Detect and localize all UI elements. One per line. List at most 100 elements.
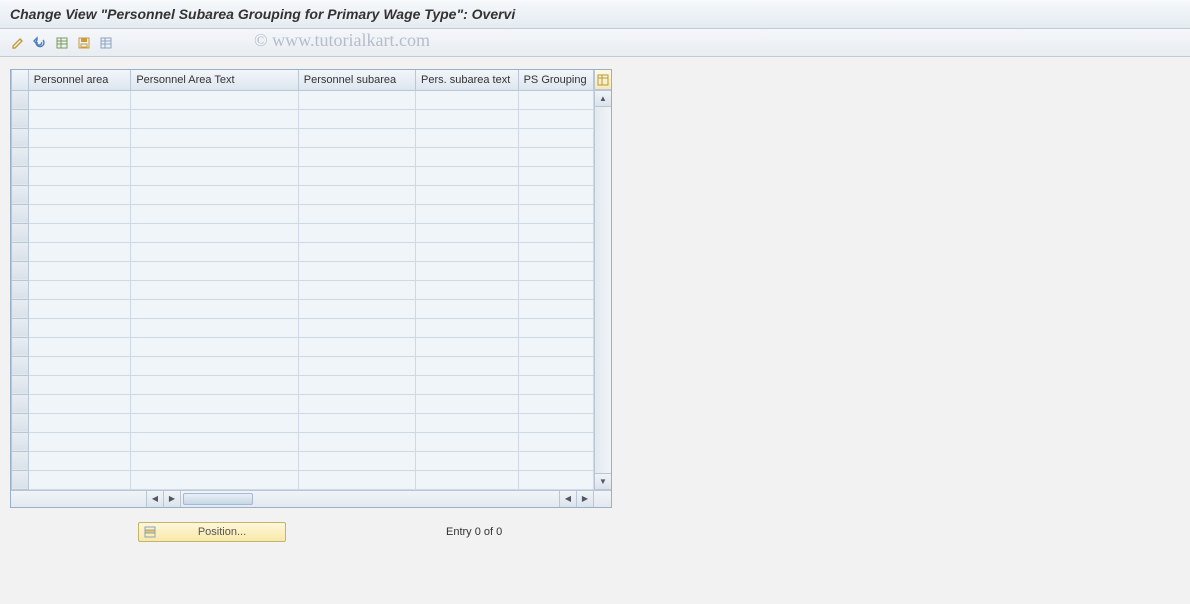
table-cell[interactable] — [28, 280, 131, 299]
table-cell[interactable] — [298, 90, 415, 109]
table-cell[interactable] — [416, 299, 519, 318]
table-cell[interactable] — [416, 128, 519, 147]
scroll-down-button[interactable]: ▼ — [595, 473, 611, 490]
table-row[interactable] — [12, 394, 594, 413]
hscroll-track[interactable] — [255, 491, 560, 507]
table-cell[interactable] — [131, 280, 298, 299]
table-cell[interactable] — [298, 299, 415, 318]
table-cell[interactable] — [518, 375, 593, 394]
row-selector[interactable] — [12, 318, 29, 337]
table-cell[interactable] — [28, 318, 131, 337]
undo-button[interactable] — [30, 33, 50, 53]
table-row[interactable] — [12, 128, 594, 147]
row-selector[interactable] — [12, 451, 29, 470]
table-cell[interactable] — [28, 242, 131, 261]
table-cell[interactable] — [131, 90, 298, 109]
table-cell[interactable] — [298, 166, 415, 185]
table-cell[interactable] — [518, 394, 593, 413]
table-row[interactable] — [12, 166, 594, 185]
table-cell[interactable] — [298, 451, 415, 470]
scroll-left-end-button[interactable]: ◀ — [560, 491, 577, 507]
table-cell[interactable] — [518, 261, 593, 280]
table-cell[interactable] — [298, 109, 415, 128]
table-cell[interactable] — [416, 394, 519, 413]
table-cell[interactable] — [131, 394, 298, 413]
row-selector[interactable] — [12, 280, 29, 299]
table-cell[interactable] — [518, 147, 593, 166]
table-cell[interactable] — [518, 299, 593, 318]
table-cell[interactable] — [518, 280, 593, 299]
table-cell[interactable] — [298, 356, 415, 375]
table-cell[interactable] — [28, 356, 131, 375]
table-cell[interactable] — [416, 223, 519, 242]
table-cell[interactable] — [298, 337, 415, 356]
row-selector[interactable] — [12, 242, 29, 261]
table-cell[interactable] — [416, 337, 519, 356]
table-cell[interactable] — [518, 451, 593, 470]
table-cell[interactable] — [131, 204, 298, 223]
col-header-personnel-area-text[interactable]: Personnel Area Text — [131, 70, 298, 90]
table-row[interactable] — [12, 413, 594, 432]
row-selector[interactable] — [12, 147, 29, 166]
row-selector[interactable] — [12, 185, 29, 204]
table-row[interactable] — [12, 280, 594, 299]
row-selector[interactable] — [12, 90, 29, 109]
table-cell[interactable] — [28, 185, 131, 204]
table-cell[interactable] — [518, 470, 593, 489]
table-cell[interactable] — [416, 185, 519, 204]
table-cell[interactable] — [28, 413, 131, 432]
row-selector[interactable] — [12, 261, 29, 280]
row-selector-header[interactable] — [12, 70, 29, 90]
table-cell[interactable] — [131, 318, 298, 337]
table-cell[interactable] — [518, 337, 593, 356]
table-row[interactable] — [12, 337, 594, 356]
table-cell[interactable] — [298, 147, 415, 166]
hscroll-thumb[interactable] — [183, 493, 253, 505]
table-cell[interactable] — [416, 204, 519, 223]
table-row[interactable] — [12, 147, 594, 166]
table-cell[interactable] — [28, 261, 131, 280]
table-cell[interactable] — [131, 470, 298, 489]
table-cell[interactable] — [131, 223, 298, 242]
table-cell[interactable] — [518, 204, 593, 223]
table-row[interactable] — [12, 318, 594, 337]
row-selector[interactable] — [12, 394, 29, 413]
table-row[interactable] — [12, 451, 594, 470]
vertical-scrollbar[interactable]: ▲ ▼ — [594, 70, 611, 490]
scroll-right-button[interactable]: ▶ — [577, 491, 594, 507]
table-cell[interactable] — [131, 128, 298, 147]
save-button[interactable] — [74, 33, 94, 53]
table-cell[interactable] — [298, 223, 415, 242]
scroll-left-button[interactable]: ◀ — [147, 491, 164, 507]
table-cell[interactable] — [131, 451, 298, 470]
table-cell[interactable] — [28, 223, 131, 242]
change-button[interactable] — [8, 33, 28, 53]
table-cell[interactable] — [28, 337, 131, 356]
row-selector[interactable] — [12, 204, 29, 223]
row-selector[interactable] — [12, 413, 29, 432]
table-cell[interactable] — [298, 318, 415, 337]
table-row[interactable] — [12, 242, 594, 261]
table-cell[interactable] — [298, 470, 415, 489]
table-cell[interactable] — [298, 185, 415, 204]
row-selector[interactable] — [12, 299, 29, 318]
table-cell[interactable] — [131, 166, 298, 185]
table-cell[interactable] — [298, 204, 415, 223]
select-all-button[interactable] — [52, 33, 72, 53]
table-cell[interactable] — [131, 185, 298, 204]
scroll-up-button[interactable]: ▲ — [595, 90, 611, 107]
row-selector[interactable] — [12, 109, 29, 128]
table-cell[interactable] — [131, 147, 298, 166]
table-cell[interactable] — [28, 451, 131, 470]
table-cell[interactable] — [131, 242, 298, 261]
table-cell[interactable] — [416, 318, 519, 337]
table-cell[interactable] — [28, 299, 131, 318]
table-cell[interactable] — [518, 109, 593, 128]
table-cell[interactable] — [131, 432, 298, 451]
table-cell[interactable] — [131, 413, 298, 432]
scroll-right-step-button[interactable]: ▶ — [164, 491, 181, 507]
vscroll-track[interactable] — [595, 107, 611, 473]
table-cell[interactable] — [416, 470, 519, 489]
table-cell[interactable] — [28, 375, 131, 394]
row-selector[interactable] — [12, 223, 29, 242]
